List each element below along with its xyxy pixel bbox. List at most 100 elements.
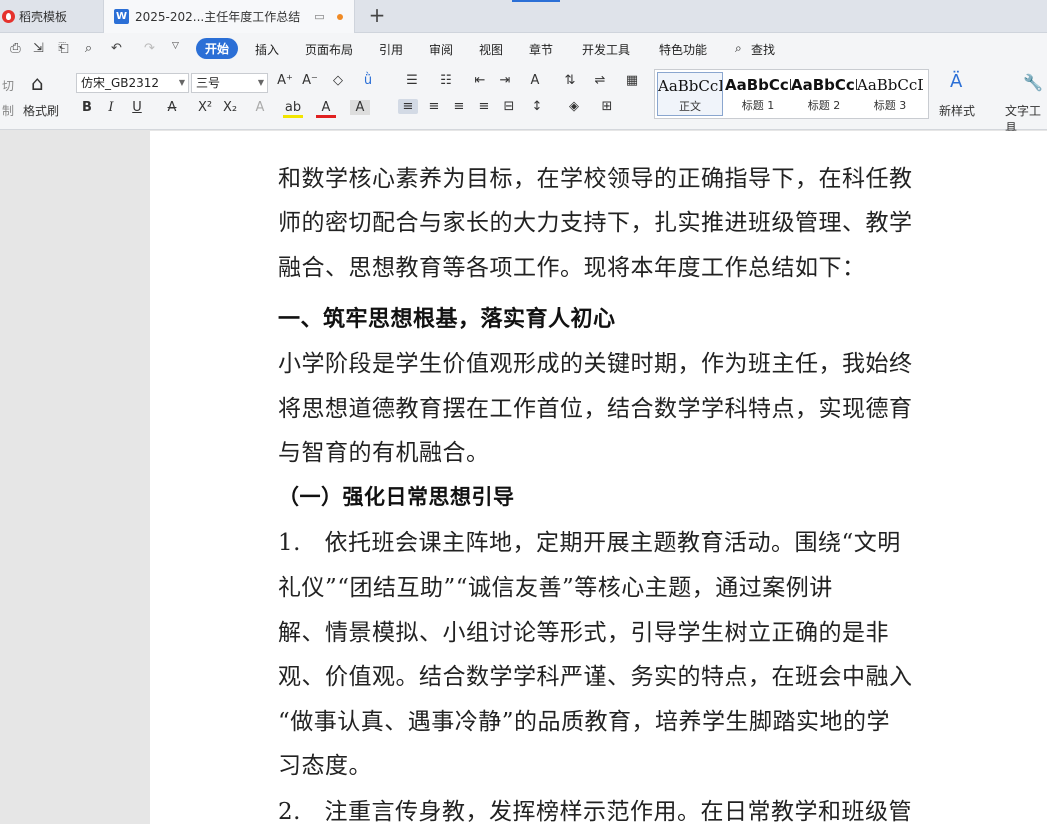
copy-button[interactable]: 制 xyxy=(2,102,14,119)
cut-button[interactable]: 切 xyxy=(2,77,14,94)
grow-font-icon[interactable]: A⁺ xyxy=(275,73,295,88)
increase-indent-icon[interactable]: ⇥ xyxy=(495,73,515,88)
menu-find[interactable]: 查找 xyxy=(751,41,775,58)
screen-icon[interactable]: ▭ xyxy=(314,10,324,23)
doc-line: “做事认真、遇事冷静”的品质教育，培养学生脚踏实地的学 xyxy=(278,709,891,735)
tab-template-label: 稻壳模板 xyxy=(19,10,68,24)
new-style-icon[interactable]: Ä xyxy=(950,71,962,92)
menu-home[interactable]: 开始 xyxy=(196,38,239,59)
style-label: 正文 xyxy=(679,100,701,113)
highlight-icon[interactable]: ab xyxy=(283,100,303,118)
menu-references[interactable]: 引用 xyxy=(379,41,403,58)
tab-document[interactable]: W 2025-202...主任年度工作总结 ▭ xyxy=(103,0,355,33)
font-name-value: 仿宋_GB2312 xyxy=(81,76,160,90)
doc-line: 解、情景模拟、小组讨论等形式，引导学生树立正确的是非 xyxy=(278,620,889,646)
doc-line: 2. 注重言传身教，发挥榜样示范作用。在日常教学和班级管 xyxy=(278,799,912,824)
style-heading-3[interactable]: AaBbCcDd 标题 3 xyxy=(857,72,923,116)
style-heading-1[interactable]: AaBbCcDd 标题 1 xyxy=(725,72,791,116)
doc-line: 礼仪”“团结互助”“诚信友善”等核心主题，通过案例讲 xyxy=(278,575,833,601)
output-icon[interactable]: ⇲ xyxy=(27,41,50,56)
decrease-indent-icon[interactable]: ⇤ xyxy=(470,73,490,88)
tab-document-label: 2025-202...主任年度工作总结 xyxy=(135,10,301,24)
style-sample: AaBbCcDd xyxy=(791,76,857,94)
tab-template[interactable]: 稻壳模板 xyxy=(0,0,103,33)
print-icon[interactable]: ⎗ xyxy=(52,41,75,56)
superscript-icon[interactable]: X² xyxy=(195,100,215,115)
style-label: 标题 1 xyxy=(741,99,775,112)
new-tab-button[interactable]: + xyxy=(366,3,388,27)
menu-view[interactable]: 视图 xyxy=(479,41,503,58)
redo-icon[interactable]: ↷ xyxy=(138,41,161,56)
document-page[interactable]: 和数学核心素养为目标，在学校领导的正确指导下，在科任教 师的密切配合与家长的大力… xyxy=(150,131,1047,824)
format-painter-icon[interactable]: ⌂ xyxy=(31,71,44,95)
style-heading-2[interactable]: AaBbCcDd 标题 2 xyxy=(791,72,857,116)
format-painter-label[interactable]: 格式刷 xyxy=(23,102,59,119)
align-left-icon[interactable]: ≡ xyxy=(398,99,418,114)
style-sample: AaBbCcDd xyxy=(658,77,722,95)
doc-line: 与智育的有机融合。 xyxy=(278,440,490,466)
style-normal[interactable]: AaBbCcDd 正文 xyxy=(657,72,723,116)
subscript-icon[interactable]: X₂ xyxy=(220,100,240,115)
menu-developer[interactable]: 开发工具 xyxy=(582,41,630,58)
font-size-value: 三号 xyxy=(196,76,221,90)
menu-insert[interactable]: 插入 xyxy=(255,41,279,58)
pinyin-icon[interactable]: ǜ xyxy=(358,73,378,88)
underline-icon[interactable]: U xyxy=(127,100,147,115)
docer-logo-icon xyxy=(2,10,15,23)
font-color-icon[interactable]: A xyxy=(316,100,336,118)
menu-chapter[interactable]: 章节 xyxy=(529,41,553,58)
char-scaling-icon[interactable]: A xyxy=(525,73,545,88)
save-icon[interactable]: ⎙ xyxy=(4,41,27,56)
doc-line: 1. 依托班会课主阵地，定期开展主题教育活动。围绕“文明 xyxy=(278,530,901,556)
menu-bar: ⎙ ⇲ ⎗ ⌕ ↶ ↷ ▽ 开始 插入 页面布局 引用 审阅 视图 章节 开发工… xyxy=(0,33,1047,65)
show-marks-icon[interactable]: ⇌ xyxy=(590,73,610,88)
heading-2: （一）强化日常思想引导 xyxy=(278,484,515,509)
style-sample: AaBbCcDd xyxy=(725,76,791,94)
line-spacing-icon[interactable]: ↕ xyxy=(527,99,547,114)
justify-icon[interactable]: ≡ xyxy=(474,99,494,114)
font-size-select[interactable]: 三号 ▼ xyxy=(191,73,268,93)
new-style-label[interactable]: 新样式 xyxy=(939,102,975,119)
writer-doc-icon: W xyxy=(114,9,129,24)
chevron-down-icon: ▼ xyxy=(178,78,185,87)
accent-line xyxy=(512,0,560,2)
sort-icon[interactable]: ⇅ xyxy=(560,73,580,88)
clear-format-icon[interactable]: ◇ xyxy=(328,73,348,88)
doc-line: 和数学核心素养为目标，在学校领导的正确指导下，在科任教 xyxy=(278,166,913,192)
style-sample: AaBbCcDd xyxy=(857,76,923,94)
bold-icon[interactable]: B xyxy=(77,100,97,115)
chevron-down-icon: ▼ xyxy=(257,78,264,87)
borders-icon[interactable]: ⊞ xyxy=(597,99,617,114)
unsaved-dot-icon xyxy=(336,13,343,20)
print-preview-icon[interactable]: ⌕ xyxy=(77,41,100,56)
shading-icon[interactable]: ◈ xyxy=(564,99,584,114)
menu-review[interactable]: 审阅 xyxy=(429,41,453,58)
font-name-select[interactable]: 仿宋_GB2312 ▼ xyxy=(76,73,189,93)
distributed-icon[interactable]: ⊟ xyxy=(499,99,519,114)
text-effect-icon[interactable]: A xyxy=(250,100,270,115)
menu-page-layout[interactable]: 页面布局 xyxy=(305,41,353,58)
table-icon[interactable]: ▦ xyxy=(622,73,642,88)
doc-line: 小学阶段是学生价值观形成的关键时期，作为班主任，我始终 xyxy=(278,351,913,377)
char-shading-icon[interactable]: A xyxy=(350,100,370,115)
undo-icon[interactable]: ↶ xyxy=(105,41,128,56)
style-label: 标题 3 xyxy=(873,99,907,112)
numbered-list-icon[interactable]: ☷ xyxy=(436,73,456,88)
doc-line: 观、价值观。结合数学学科严谨、务实的特点，在班会中融入 xyxy=(278,664,913,690)
search-icon: ⌕ xyxy=(735,41,742,55)
bullet-list-icon[interactable]: ☰ xyxy=(402,73,422,88)
ribbon: 切 制 ⌂ 格式刷 仿宋_GB2312 ▼ 三号 ▼ A⁺ A⁻ ◇ ǜ B I… xyxy=(0,65,1047,135)
chevron-down-icon[interactable]: ▽ xyxy=(164,41,187,51)
left-gutter xyxy=(0,131,150,824)
style-gallery: AaBbCcDd 正文 AaBbCcDd 标题 1 AaBbCcDd 标题 2 … xyxy=(654,69,929,119)
align-center-icon[interactable]: ≡ xyxy=(424,99,444,114)
italic-icon[interactable]: I xyxy=(101,100,121,115)
doc-line: 将思想道德教育摆在工作首位，结合数学学科特点，实现德育 xyxy=(278,396,913,422)
align-right-icon[interactable]: ≡ xyxy=(449,99,469,114)
shrink-font-icon[interactable]: A⁻ xyxy=(300,73,320,88)
wrench-icon[interactable]: 🔧 xyxy=(1023,73,1043,92)
strikethrough-icon[interactable]: A xyxy=(162,100,182,115)
menu-special[interactable]: 特色功能 xyxy=(659,41,707,58)
doc-line: 习态度。 xyxy=(278,753,372,779)
doc-line: 师的密切配合与家长的大力支持下，扎实推进班级管理、教学 xyxy=(278,210,913,236)
